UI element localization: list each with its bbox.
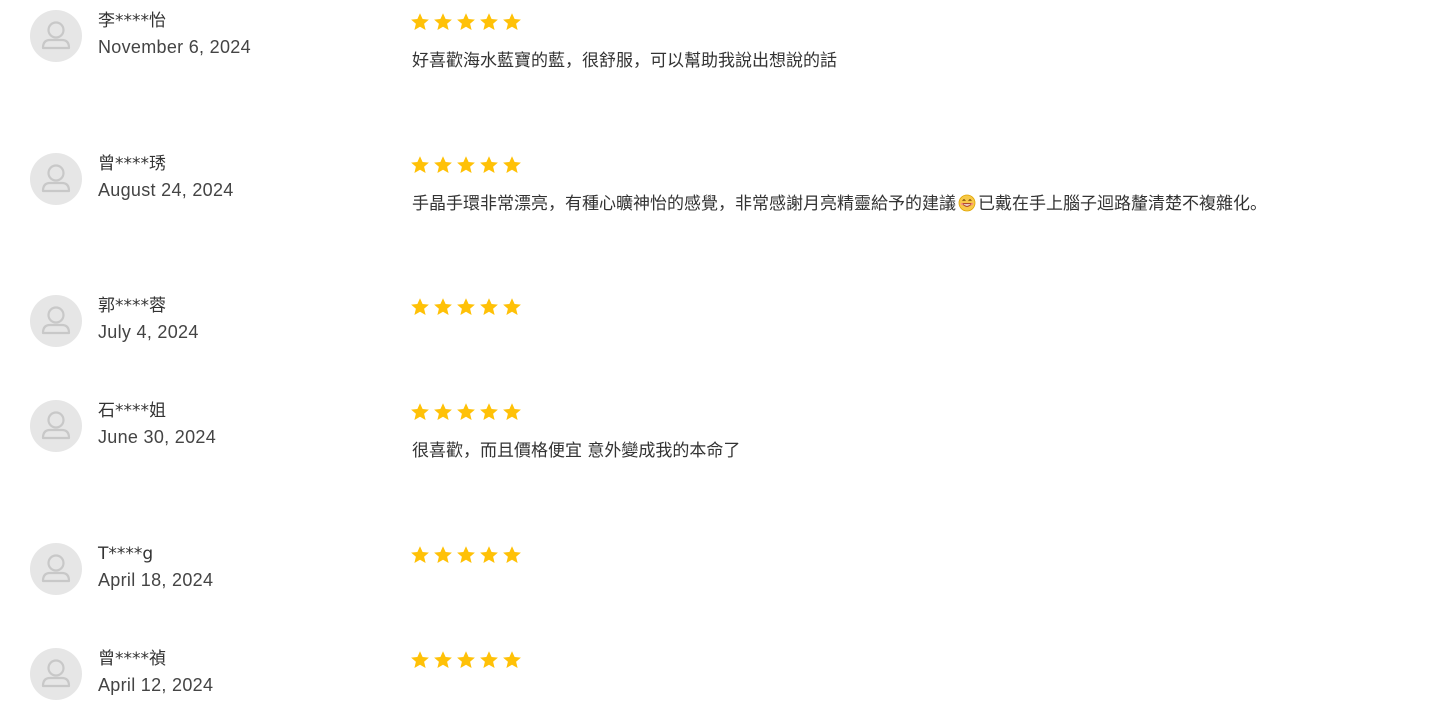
star-icon <box>503 156 521 173</box>
star-icon <box>434 546 452 563</box>
user-icon <box>41 306 71 335</box>
reviewer-name: 曾****琇 <box>98 154 166 174</box>
star-icon <box>411 298 429 315</box>
review-text: 很喜歡，而且價格便宜 意外變成我的本命了 <box>412 441 741 461</box>
review-text: 好喜歡海水藍寶的藍，很舒服，可以幫助我說出想說的話 <box>412 51 837 71</box>
avatar <box>30 10 82 62</box>
avatar <box>30 153 82 205</box>
star-icon <box>480 156 498 173</box>
star-icon <box>411 546 429 563</box>
star-icon <box>503 403 521 420</box>
avatar <box>30 648 82 700</box>
star-icon <box>411 651 429 668</box>
reviewer-name: T****g <box>98 544 154 564</box>
review-text: 手晶手環非常漂亮，有種心曠神怡的感覺，非常感謝月亮精靈給予的建議 已戴在手上腦子迴… <box>412 192 1267 219</box>
star-icon <box>480 403 498 420</box>
reviewer-name: 曾****禎 <box>98 649 166 669</box>
star-icon <box>434 651 452 668</box>
star-icon <box>457 13 475 30</box>
reviewer-name: 李****怡 <box>98 11 166 31</box>
reviewer-name: 石****姐 <box>98 401 166 421</box>
star-icon <box>434 403 452 420</box>
review-date: August 24, 2024 <box>98 180 234 200</box>
star-icon <box>480 651 498 668</box>
star-icon <box>411 403 429 420</box>
avatar <box>30 295 82 347</box>
star-icon <box>503 546 521 563</box>
review-text-part: 已戴在手上腦子迴路釐清楚不複雜化。 <box>978 194 1267 214</box>
star-icon <box>503 13 521 30</box>
star-rating <box>410 12 522 32</box>
reviewer-name: 郭****蓉 <box>98 296 166 316</box>
star-icon <box>457 546 475 563</box>
star-icon <box>503 651 521 668</box>
review-date: April 12, 2024 <box>98 675 214 695</box>
review-text-part: 手晶手環非常漂亮，有種心曠神怡的感覺，非常感謝月亮精靈給予的建議 <box>412 194 956 214</box>
grinning-face-emoji-icon <box>958 194 976 219</box>
star-icon <box>434 156 452 173</box>
avatar <box>30 400 82 452</box>
star-icon <box>411 156 429 173</box>
star-icon <box>457 403 475 420</box>
star-icon <box>457 298 475 315</box>
review-date: November 6, 2024 <box>98 37 251 57</box>
star-icon <box>434 13 452 30</box>
avatar <box>30 543 82 595</box>
star-rating <box>410 545 522 565</box>
star-icon <box>480 13 498 30</box>
star-icon <box>411 13 429 30</box>
star-icon <box>457 156 475 173</box>
star-icon <box>457 651 475 668</box>
user-icon <box>41 659 71 688</box>
user-icon <box>41 554 71 583</box>
star-rating <box>410 650 522 670</box>
star-icon <box>480 546 498 563</box>
user-icon <box>41 21 71 50</box>
review-date: July 4, 2024 <box>98 322 199 342</box>
star-rating <box>410 402 522 422</box>
star-rating <box>410 297 522 317</box>
star-icon <box>503 298 521 315</box>
star-rating <box>410 155 522 175</box>
user-icon <box>41 164 71 193</box>
review-date: June 30, 2024 <box>98 427 216 447</box>
user-icon <box>41 411 71 440</box>
star-icon <box>434 298 452 315</box>
star-icon <box>480 298 498 315</box>
review-date: April 18, 2024 <box>98 570 214 590</box>
